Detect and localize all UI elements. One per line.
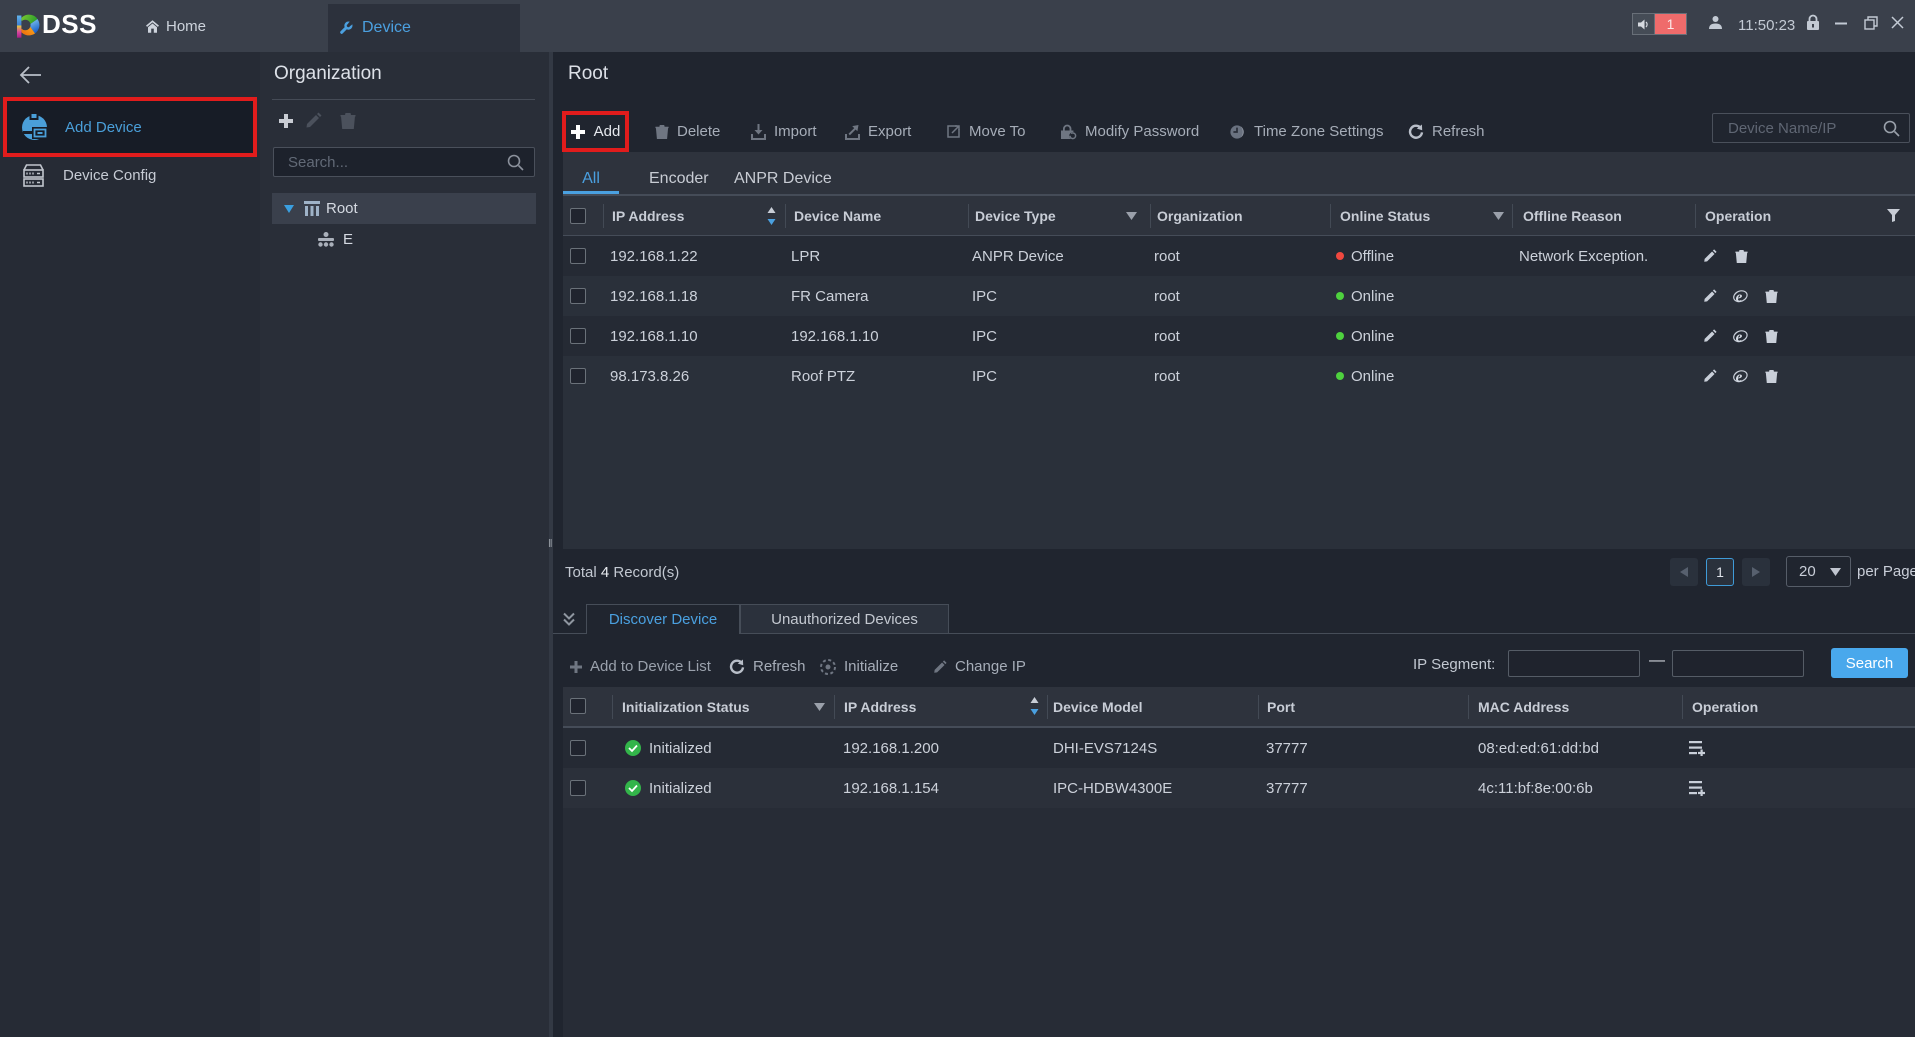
svg-text:e: e [1736,289,1743,304]
svg-text:e: e [1736,329,1743,344]
svg-text:e: e [1736,369,1743,384]
